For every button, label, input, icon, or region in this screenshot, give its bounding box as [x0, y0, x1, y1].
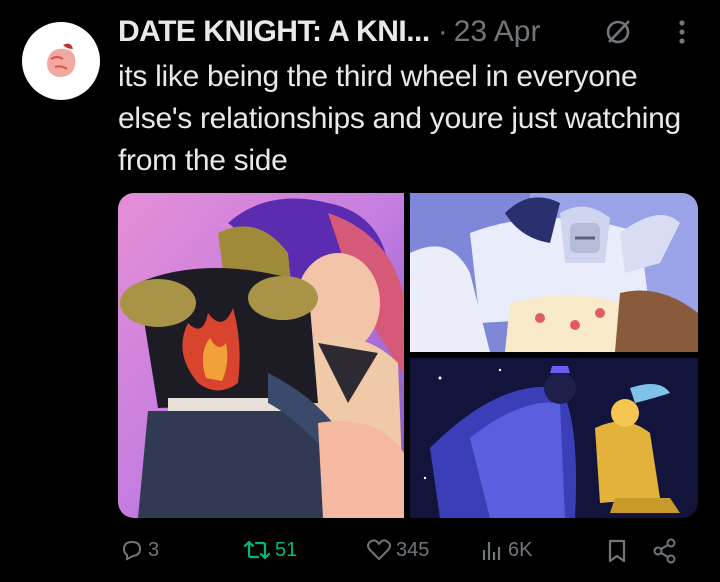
reply-count: 3 — [148, 538, 160, 561]
share-icon — [653, 538, 676, 564]
share-button[interactable] — [652, 538, 678, 564]
like-count: 345 — [396, 538, 430, 561]
like-button[interactable]: 345 — [366, 538, 429, 562]
media-image-2[interactable] — [410, 193, 698, 352]
author-name[interactable]: DATE KNIGHT: A KNI... — [118, 15, 430, 49]
views-button[interactable]: 6K — [480, 538, 532, 562]
post-text: its like being the third wheel in everyo… — [118, 60, 681, 177]
retweet-icon — [243, 540, 271, 560]
retweet-count: 51 — [275, 538, 298, 561]
header-separator: · — [437, 15, 448, 48]
media-grid — [118, 193, 698, 518]
action-bar: 3 51 345 6K — [0, 532, 720, 572]
avatar[interactable] — [22, 22, 100, 100]
views-count: 6K — [508, 538, 533, 561]
avatar-logo-icon — [47, 43, 76, 77]
bookmark-icon — [608, 539, 626, 563]
retweet-button[interactable]: 51 — [243, 538, 297, 562]
reply-button[interactable]: 3 — [120, 538, 159, 562]
more-options-icon[interactable] — [672, 16, 692, 51]
post-date[interactable]: 23 Apr — [454, 15, 541, 49]
reply-icon — [122, 540, 142, 561]
views-icon — [482, 542, 501, 560]
no-sign-icon[interactable] — [604, 16, 634, 51]
post-header: DATE KNIGHT: A KNI... · 23 Apr — [118, 12, 698, 52]
media-image-1[interactable] — [118, 193, 404, 518]
bookmark-button[interactable] — [606, 538, 628, 564]
like-icon — [367, 539, 391, 560]
media-image-3[interactable] — [410, 358, 698, 518]
